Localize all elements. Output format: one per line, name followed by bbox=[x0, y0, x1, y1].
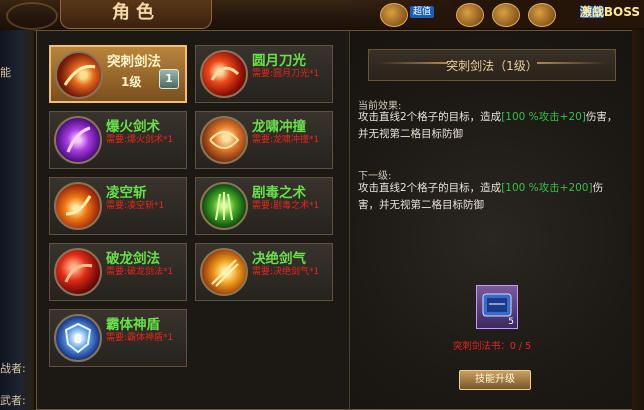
side-label: 能 bbox=[0, 66, 11, 79]
detail-title: 突刺剑法（1级） bbox=[446, 59, 538, 73]
detail-header: 突刺剑法（1级） bbox=[368, 49, 616, 81]
dragon-charge-icon bbox=[200, 116, 248, 164]
skill-card[interactable]: 爆火剑术 需要:爆火剑术*1 bbox=[49, 111, 187, 169]
window-title: 角色 bbox=[60, 0, 212, 29]
skill-requirement: 需要:圆月刀光*1 bbox=[252, 69, 320, 79]
skill-card[interactable]: 8 霸体神盾 需要:霸体神盾*1 bbox=[49, 309, 187, 367]
skill-requirement: 需要:龙啸冲撞*1 bbox=[252, 135, 320, 145]
skill-card[interactable]: 决绝剑气 需要:决绝剑气*1 bbox=[195, 243, 333, 301]
sword-qi-icon bbox=[200, 248, 248, 296]
next-level-value: [100 %攻击+200] bbox=[501, 182, 593, 194]
next-level-text: 攻击直线2个格子的目标，造成[100 %攻击+200]伤害，并无视第二格目标防御 bbox=[358, 182, 604, 211]
skill-requirement: 需要:剧毒之术*1 bbox=[252, 201, 320, 211]
side-label: 战者: bbox=[0, 362, 26, 375]
blaze-sword-icon bbox=[54, 116, 102, 164]
skill-requirement: 需要:爆火剑术*1 bbox=[106, 135, 174, 145]
skill-name: 决绝剑气 bbox=[252, 251, 306, 267]
skill-name: 龙啸冲撞 bbox=[252, 119, 306, 135]
skill-level-badge: 1 bbox=[159, 69, 179, 89]
treasure-icon[interactable] bbox=[380, 3, 408, 27]
side-label: 武者: bbox=[0, 394, 26, 407]
poison-icon bbox=[200, 182, 248, 230]
skill-book-count: 5 bbox=[508, 317, 514, 327]
skill-level: 1级 bbox=[121, 75, 142, 89]
skill-requirement: 需要:霸体神盾*1 bbox=[106, 333, 174, 343]
skill-panel: 突刺剑法 1级 1 圆月刀光 需要:圆月刀光*1 爆火剑术 需要:爆火剑术*1 … bbox=[36, 30, 632, 410]
boss-activity-label[interactable]: 激战BOSS bbox=[580, 3, 640, 20]
crescent-blade-icon bbox=[200, 50, 248, 98]
skill-card[interactable]: 圆月刀光 需要:圆月刀光*1 bbox=[195, 45, 333, 103]
skill-name: 突刺剑法 bbox=[107, 54, 161, 70]
right-side-strip bbox=[630, 30, 644, 410]
left-side-strip: 能 战者: 武者: bbox=[0, 30, 34, 410]
event-icon[interactable] bbox=[492, 3, 520, 27]
skill-name: 凌空斩 bbox=[106, 185, 147, 201]
skill-card[interactable]: 破龙剑法 需要:破龙剑法*1 bbox=[49, 243, 187, 301]
reward-icon[interactable] bbox=[528, 3, 556, 27]
skill-card[interactable]: 龙啸冲撞 需要:龙啸冲撞*1 bbox=[195, 111, 333, 169]
upgrade-skill-button[interactable]: 技能升级 bbox=[459, 370, 531, 390]
top-tag: 超值 bbox=[410, 6, 435, 18]
gift-icon[interactable] bbox=[456, 3, 484, 27]
skill-grid: 突刺剑法 1级 1 圆月刀光 需要:圆月刀光*1 爆火剑术 需要:爆火剑术*1 … bbox=[45, 43, 337, 395]
skill-name: 霸体神盾 bbox=[106, 317, 160, 333]
skill-name: 圆月刀光 bbox=[252, 53, 306, 69]
skill-card[interactable]: 凌空斩 需要:凌空斩*1 bbox=[49, 177, 187, 235]
current-effect-value: [100 %攻击+20] bbox=[501, 111, 586, 123]
skill-requirement: 需要:决绝剑气*1 bbox=[252, 267, 320, 277]
skill-book-requirement: 突刺剑法书：0 / 5 bbox=[452, 341, 532, 352]
sword-thrust-icon bbox=[55, 51, 103, 99]
skill-requirement: 需要:破龙剑法*1 bbox=[106, 267, 174, 277]
skill-name: 破龙剑法 bbox=[106, 251, 160, 267]
top-right-activity-bar: 超值 超值 激战BOSS bbox=[344, 0, 644, 28]
svg-text:8: 8 bbox=[74, 332, 82, 346]
skill-detail-panel: 突刺剑法（1级） 当前效果: 攻击直线2个格子的目标，造成[100 %攻击+20… bbox=[349, 31, 632, 409]
dragon-ornament-icon bbox=[6, 2, 58, 30]
dragon-break-icon bbox=[54, 248, 102, 296]
skill-name: 爆火剑术 bbox=[106, 119, 160, 135]
top-bar: 角色 超值 超值 激战BOSS bbox=[0, 0, 644, 31]
shield-icon: 8 bbox=[54, 314, 102, 362]
skill-card[interactable]: 剧毒之术 需要:剧毒之术*1 bbox=[195, 177, 333, 235]
skill-book-slot[interactable]: 5 bbox=[476, 285, 518, 329]
skill-requirement: 需要:凌空斩*1 bbox=[106, 201, 165, 211]
skill-card-selected[interactable]: 突刺剑法 1级 1 bbox=[49, 45, 187, 103]
sky-slash-icon bbox=[54, 182, 102, 230]
skill-name: 剧毒之术 bbox=[252, 185, 306, 201]
current-effect-text: 攻击直线2个格子的目标，造成[100 %攻击+20]伤害，并无视第二格目标防御 bbox=[358, 111, 618, 140]
